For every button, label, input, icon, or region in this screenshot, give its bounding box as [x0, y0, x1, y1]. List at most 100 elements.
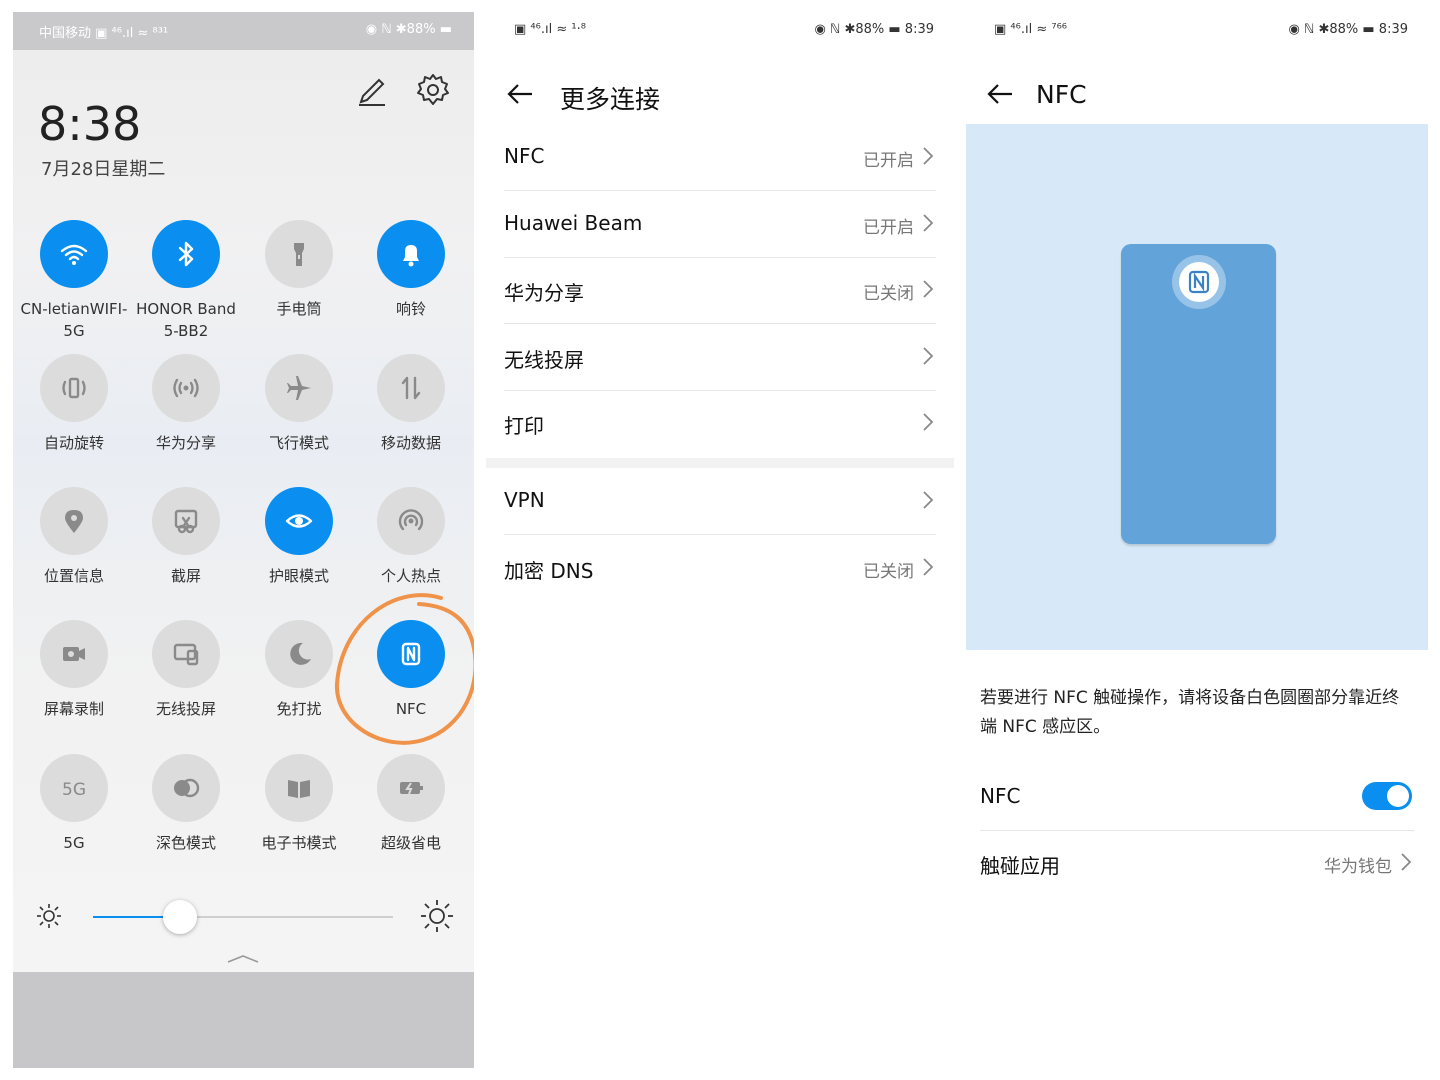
back-arrow-icon[interactable]	[506, 82, 534, 106]
wifi-icon[interactable]	[40, 220, 108, 288]
brightness-high-icon	[421, 900, 453, 932]
quick-tile-dark-mode[interactable]: 深色模式	[130, 754, 242, 854]
rotate-icon[interactable]	[40, 354, 108, 422]
chevron-right-icon	[923, 213, 934, 232]
location-icon[interactable]	[40, 487, 108, 555]
quick-tile-label: 电子书模式	[261, 834, 337, 852]
cast-icon[interactable]	[152, 620, 220, 688]
quick-tile-eye[interactable]: 护眼模式	[243, 487, 355, 587]
chevron-right-icon	[923, 147, 934, 165]
quick-settings-panel: 中国移动 ▣ ⁴⁶.ıl ≈ ⁸³¹ ◉ ℕ ✱88% ▬ 8:38 7月28日…	[13, 12, 474, 1068]
dark-mode-icon[interactable]	[152, 754, 220, 822]
airplane-icon[interactable]	[265, 354, 333, 422]
quick-tile-record[interactable]: 屏幕录制	[18, 620, 130, 720]
clock-date: 7月28日星期二	[41, 159, 166, 180]
nfc-description: 若要进行 NFC 触碰操作，请将设备白色圆圈部分靠近终端 NFC 感应区。	[980, 688, 1400, 737]
back-arrow-icon[interactable]	[986, 82, 1014, 106]
quick-tile-label: 移动数据	[380, 434, 441, 452]
quick-tile-hotspot[interactable]: 个人热点	[355, 487, 467, 587]
edit-icon[interactable]	[355, 74, 389, 108]
list-item-value: 已关闭	[863, 284, 914, 304]
more-connections-screen: ▣ ⁴⁶.ıl ≈ ¹·⁸ ◉ ℕ ✱88% ▬ 8:39 更多连接 NFC 已开…	[486, 12, 954, 1068]
phone-illustration	[1121, 244, 1276, 544]
bluetooth-icon[interactable]	[152, 220, 220, 288]
brightness-control[interactable]	[13, 892, 474, 942]
touch-app-row[interactable]: 触碰应用 华为钱包	[980, 830, 1414, 896]
data-icon[interactable]	[377, 354, 445, 422]
list-item[interactable]: NFC 已开启	[504, 124, 936, 191]
quick-tile-data[interactable]: 移动数据	[355, 354, 467, 454]
quick-tile-5g[interactable]: 5G 5G	[18, 754, 130, 854]
list-item-label: 打印	[504, 414, 544, 438]
list-item[interactable]: 华为分享 已关闭	[504, 257, 936, 324]
battery-saver-icon[interactable]	[377, 754, 445, 822]
status-right: ◉ ℕ ✱88% ▬ 8:39	[814, 22, 934, 37]
page-title: NFC	[1036, 80, 1087, 109]
quick-tile-share[interactable]: 华为分享	[130, 354, 242, 454]
share-icon[interactable]	[152, 354, 220, 422]
list-item[interactable]: 打印	[504, 390, 936, 456]
nfc-spot-icon	[1172, 255, 1226, 309]
list-item-label: 加密 DNS	[504, 558, 594, 583]
page-title: 更多连接	[560, 85, 661, 114]
status-bar: 中国移动 ▣ ⁴⁶.ıl ≈ ⁸³¹ ◉ ℕ ✱88% ▬	[13, 12, 474, 50]
nfc-toggle-label: NFC	[980, 784, 1021, 808]
touch-app-value: 华为钱包	[1324, 857, 1392, 877]
quick-tile-bluetooth[interactable]: HONOR Band 5-BB2	[130, 220, 242, 342]
annotation-circle	[334, 593, 474, 745]
chevron-right-icon	[923, 346, 934, 365]
collapse-handle-icon[interactable]	[226, 952, 260, 964]
quick-tile-flashlight[interactable]: 手电筒	[243, 220, 355, 320]
quick-tile-rotate[interactable]: 自动旋转	[18, 354, 130, 454]
flashlight-icon[interactable]	[265, 220, 333, 288]
quick-tile-label: 屏幕录制	[43, 700, 104, 718]
list-item[interactable]: VPN	[504, 468, 936, 535]
bell-icon[interactable]	[377, 220, 445, 288]
list-item-label: NFC	[504, 144, 545, 168]
hotspot-icon[interactable]	[377, 487, 445, 555]
list-item[interactable]: Huawei Beam 已开启	[504, 191, 936, 258]
ebook-icon[interactable]	[265, 754, 333, 822]
list-item-value: 已开启	[863, 151, 914, 171]
list-item-label: VPN	[504, 488, 545, 512]
quick-tile-label: 超级省电	[380, 834, 441, 852]
app-header: NFC	[966, 64, 1428, 124]
quick-tile-label: 飞行模式	[268, 434, 329, 452]
quick-tile-ebook[interactable]: 电子书模式	[243, 754, 355, 854]
status-right: ◉ ℕ ✱88% ▬	[365, 22, 452, 37]
5g-icon[interactable]: 5G	[40, 754, 108, 822]
quick-tile-label: 深色模式	[155, 834, 216, 852]
quick-tile-label: 华为分享	[155, 434, 216, 452]
quick-tile-wifi[interactable]: CN-letianWIFI- 5G	[18, 220, 130, 342]
status-left: ▣ ⁴⁶.ıl ≈ ¹·⁸	[514, 22, 586, 37]
brightness-track[interactable]	[93, 916, 393, 918]
app-header: 更多连接	[486, 64, 954, 124]
quick-tile-label: 手电筒	[276, 300, 322, 318]
nfc-settings-screen: ▣ ⁴⁶.ıl ≈ ⁷⁶⁶ ◉ ℕ ✱88% ▬ 8:39 NFC 若要进行 N…	[966, 12, 1428, 1068]
gear-icon[interactable]	[415, 72, 451, 108]
eye-icon[interactable]	[265, 487, 333, 555]
status-bar: ▣ ⁴⁶.ıl ≈ ¹·⁸ ◉ ℕ ✱88% ▬ 8:39	[486, 12, 954, 50]
screenshot-icon[interactable]	[152, 487, 220, 555]
chevron-right-icon	[923, 413, 934, 431]
quick-tile-bell[interactable]: 响铃	[355, 220, 467, 320]
list-item-value: 已开启	[863, 217, 914, 238]
chevron-right-icon	[923, 280, 934, 298]
nfc-toggle-switch[interactable]	[1362, 782, 1412, 810]
quick-tile-label: CN-letianWIFI- 5G	[20, 300, 128, 340]
brightness-slider-knob[interactable]	[163, 900, 197, 934]
nfc-illustration	[966, 124, 1428, 650]
record-icon[interactable]	[40, 620, 108, 688]
quick-tile-cast[interactable]: 无线投屏	[130, 620, 242, 720]
list-item[interactable]: 加密 DNS 已关闭	[504, 535, 936, 601]
quick-tile-screenshot[interactable]: 截屏	[130, 487, 242, 587]
list-item[interactable]: 无线投屏	[504, 324, 936, 391]
quick-tile-battery-saver[interactable]: 超级省电	[355, 754, 467, 854]
quick-tile-location[interactable]: 位置信息	[18, 487, 130, 587]
chevron-right-icon	[923, 557, 934, 576]
quick-tile-label: 无线投屏	[155, 700, 216, 718]
nfc-toggle-row[interactable]: NFC	[980, 764, 1414, 831]
status-left: 中国移动 ▣ ⁴⁶.ıl ≈ ⁸³¹	[39, 26, 169, 41]
status-bar: ▣ ⁴⁶.ıl ≈ ⁷⁶⁶ ◉ ℕ ✱88% ▬ 8:39	[966, 12, 1428, 50]
quick-tile-airplane[interactable]: 飞行模式	[243, 354, 355, 454]
